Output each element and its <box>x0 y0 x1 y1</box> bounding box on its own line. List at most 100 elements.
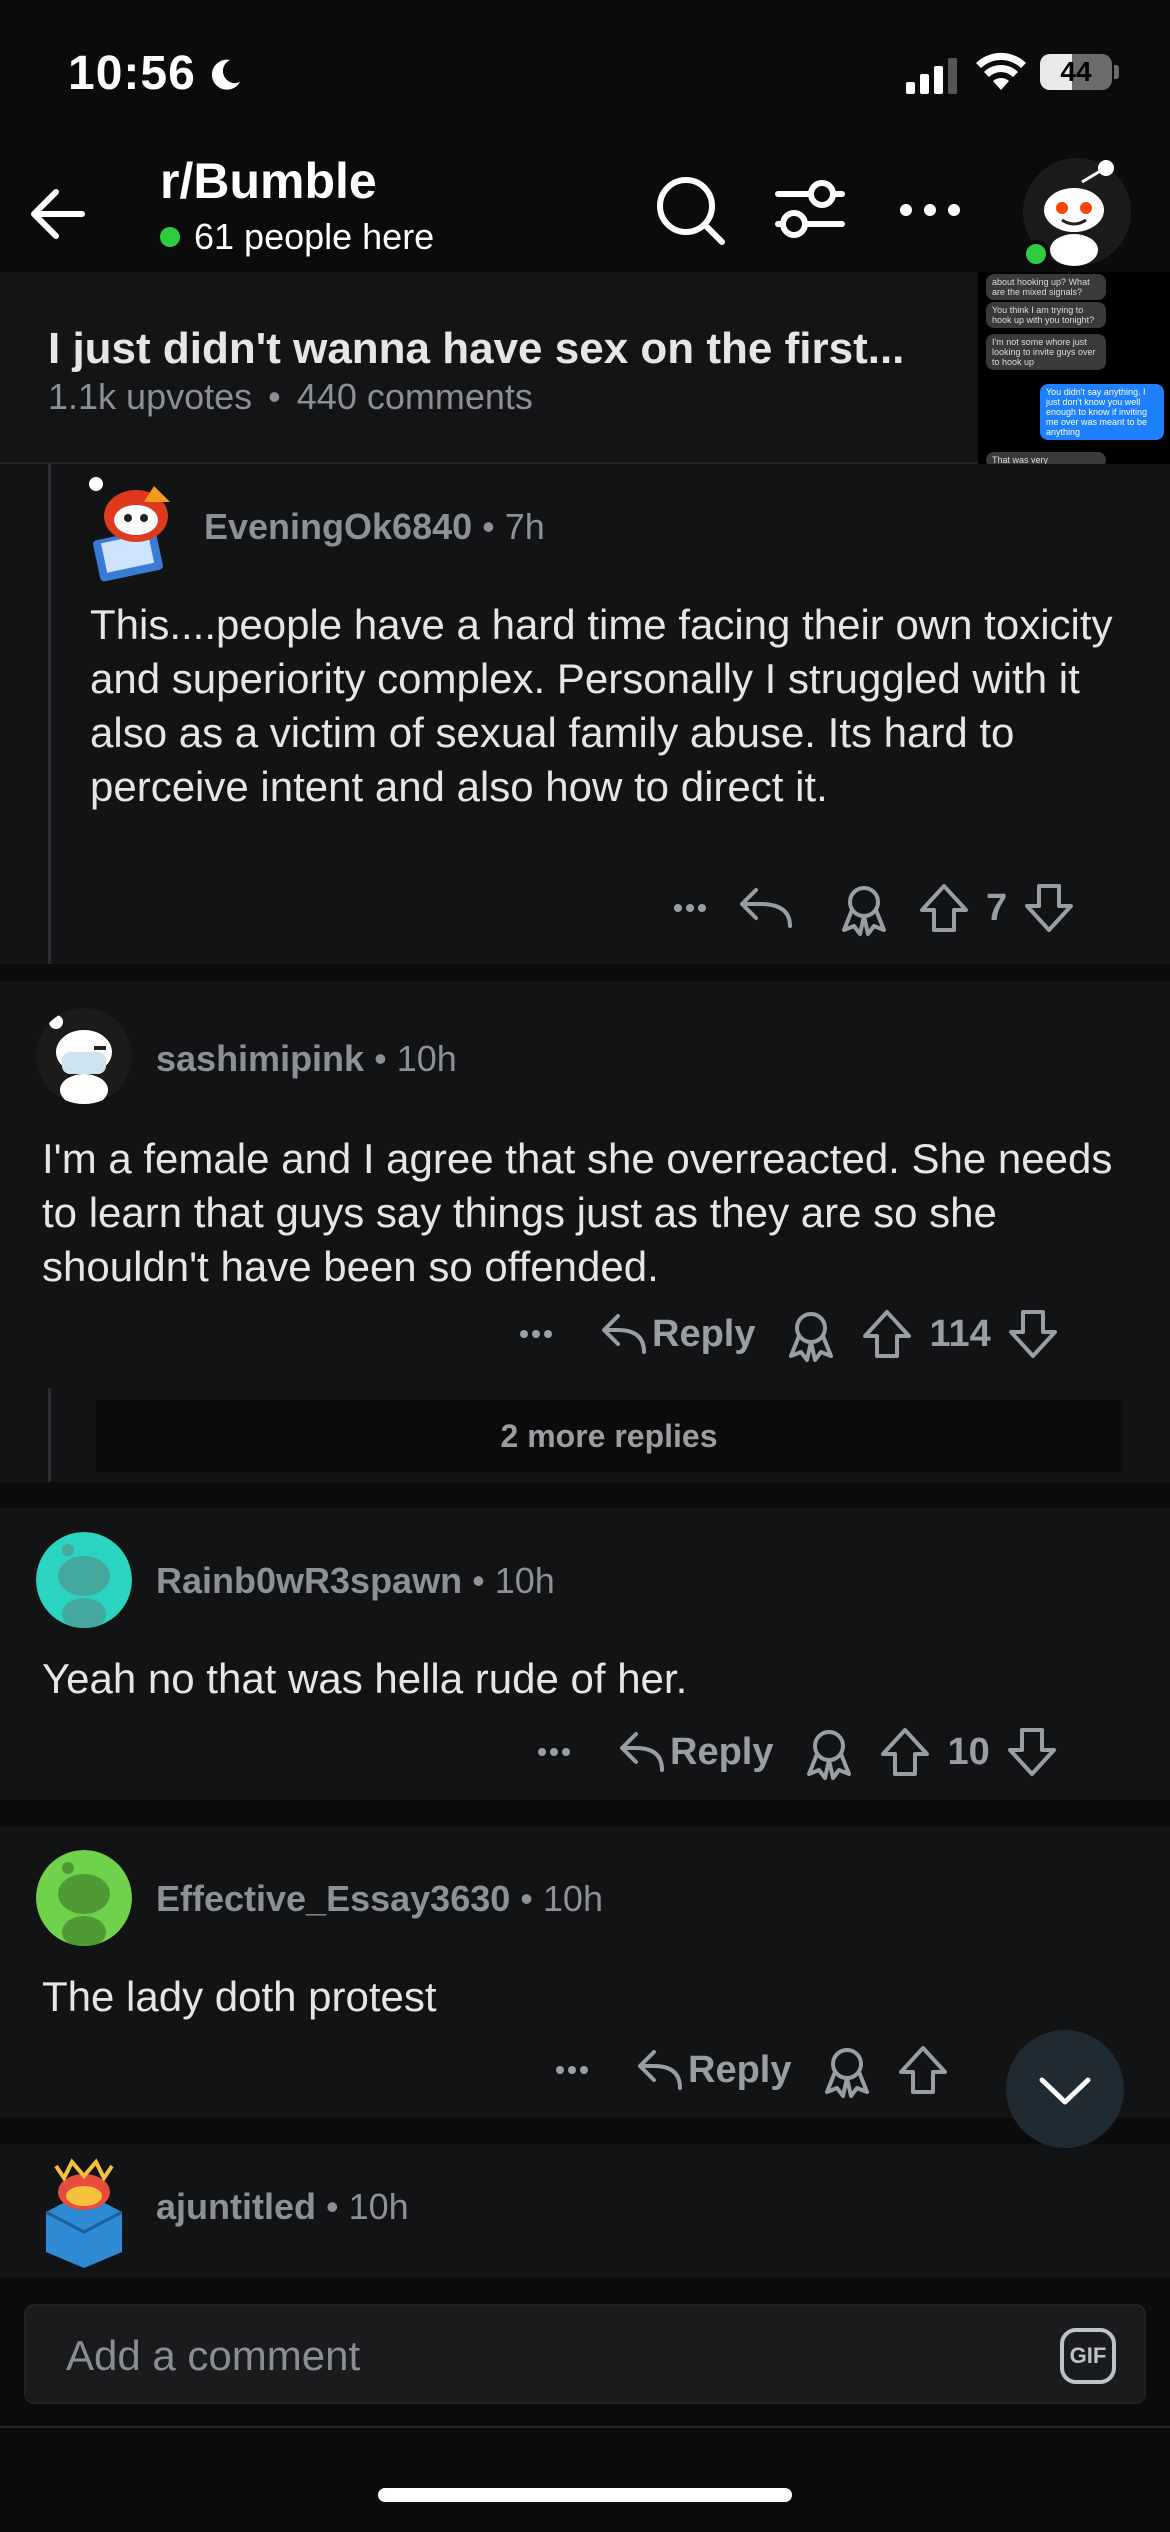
online-count-text: 61 people here <box>194 216 435 257</box>
thumb-message: about hooking up? What are the mixed sig… <box>986 274 1106 300</box>
comment: Rainb0wR3spawn • 10h Yeah no that was he… <box>0 1508 1170 1800</box>
home-indicator[interactable] <box>378 2488 792 2502</box>
more-options-icon[interactable] <box>524 1722 584 1782</box>
battery-cap <box>1114 65 1119 79</box>
chevron-down-icon <box>1039 2077 1091 2105</box>
comment-time: • 10h <box>472 1560 555 1601</box>
more-replies-button[interactable]: 2 more replies <box>96 1400 1122 1472</box>
filter-sliders-icon[interactable] <box>770 170 850 250</box>
downvote-icon[interactable] <box>1000 1722 1064 1782</box>
comment-body: This....people have a hard time facing t… <box>90 601 1113 810</box>
reply-button[interactable]: Reply <box>632 2040 791 2100</box>
award-icon[interactable] <box>773 1722 873 1782</box>
comment-body: Yeah no that was hella rude of her. <box>42 1655 688 1702</box>
thumb-message: That was very <box>986 452 1106 464</box>
comment-author[interactable]: Effective_Essay3630 • 10h <box>156 1878 603 1920</box>
user-avatar-icon[interactable] <box>36 1008 132 1104</box>
comment-time: • 10h <box>326 2186 409 2227</box>
upvote-icon[interactable] <box>891 2040 955 2100</box>
comment-actions: 7 <box>660 878 1081 938</box>
comment: ajuntitled • 10h <box>0 2144 1170 2278</box>
add-comment-input[interactable]: Add a comment GIF <box>24 2304 1146 2404</box>
vote-count: 10 <box>947 1730 990 1773</box>
more-options-icon[interactable] <box>506 1304 566 1364</box>
back-arrow-icon[interactable] <box>22 176 98 252</box>
post-comment-count: 440 comments <box>296 376 533 417</box>
thread-line <box>48 1388 51 1482</box>
comment: Effective_Essay3630 • 10h The lady doth … <box>0 1826 1170 2118</box>
comment-author[interactable]: Rainb0wR3spawn • 10h <box>156 1560 555 1602</box>
comment-actions: Reply <box>542 2040 955 2100</box>
comment-time: • 10h <box>374 1038 457 1079</box>
user-avatar-icon[interactable] <box>36 2152 132 2268</box>
user-avatar-icon[interactable] <box>36 1850 132 1946</box>
upvote-icon[interactable] <box>855 1304 919 1364</box>
divider <box>0 2426 1170 2428</box>
comment-username[interactable]: Effective_Essay3630 <box>156 1878 510 1919</box>
comment-body: The lady doth protest <box>42 1973 437 2020</box>
comment-body: I'm a female and I agree that she overre… <box>42 1135 1113 1290</box>
reply-label: Reply <box>670 1730 774 1773</box>
add-comment-placeholder: Add a comment <box>66 2332 361 2379</box>
online-count: 61 people here <box>160 216 434 258</box>
scroll-down-button[interactable] <box>1006 2030 1124 2148</box>
reply-label: Reply <box>688 2048 792 2091</box>
user-avatar-icon[interactable] <box>84 472 188 582</box>
post-upvotes: 1.1k upvotes <box>48 376 253 417</box>
thumb-message: You didn't say anything. I just don't kn… <box>1040 384 1164 440</box>
post-thumbnail[interactable]: about hooking up? What are the mixed sig… <box>978 272 1170 464</box>
subreddit-name[interactable]: r/Bumble <box>160 152 377 210</box>
more-options-icon[interactable] <box>890 170 970 250</box>
search-icon[interactable] <box>650 170 730 250</box>
meta-separator: • <box>268 376 281 417</box>
award-icon[interactable] <box>791 2040 891 2100</box>
battery-percent: 44 <box>1060 56 1092 87</box>
gif-button[interactable]: GIF <box>1060 2328 1116 2384</box>
reply-button[interactable]: Reply <box>614 1722 773 1782</box>
comment-author[interactable]: sashimipink • 10h <box>156 1038 457 1080</box>
user-avatar-icon[interactable] <box>36 1532 132 1628</box>
reply-arrow-icon <box>602 1314 646 1354</box>
post-title[interactable]: I just didn't wanna have sex on the firs… <box>48 324 904 374</box>
status-bar: 10:56 44 <box>0 0 1170 140</box>
more-options-icon[interactable] <box>542 2040 602 2100</box>
award-icon[interactable] <box>816 878 912 938</box>
battery-indicator: 44 <box>1040 54 1112 90</box>
more-options-icon[interactable] <box>660 878 720 938</box>
comment-username[interactable]: sashimipink <box>156 1038 364 1079</box>
thread-line <box>48 464 51 964</box>
award-icon[interactable] <box>755 1304 855 1364</box>
post-summary-banner[interactable]: I just didn't wanna have sex on the firs… <box>0 272 1170 464</box>
comment-actions: Reply 10 <box>524 1722 1064 1782</box>
subreddit-header: r/Bumble 61 people here <box>0 140 1170 272</box>
comment-actions: Reply 114 <box>506 1304 1065 1364</box>
upvote-icon[interactable] <box>873 1722 937 1782</box>
wifi-icon <box>976 52 1026 90</box>
thumb-message: You think I am trying to hook up with yo… <box>986 302 1106 328</box>
reply-arrow-icon <box>620 1732 664 1772</box>
vote-count: 7 <box>986 886 1008 929</box>
reply-arrow-icon <box>638 2050 682 2090</box>
comment-time: • 7h <box>482 506 545 547</box>
comment-username[interactable]: EveningOk6840 <box>204 506 472 547</box>
post-meta: 1.1k upvotes • 440 comments <box>48 376 533 418</box>
online-dot <box>160 227 180 247</box>
downvote-icon[interactable] <box>1001 1304 1065 1364</box>
do-not-disturb-moon-icon <box>211 59 240 90</box>
user-avatar-snoo-icon[interactable] <box>1022 150 1132 270</box>
reply-arrow-icon[interactable] <box>720 878 816 938</box>
comment-time: • 10h <box>520 1878 603 1919</box>
comment-reply: EveningOk6840 • 7h This....people have a… <box>0 464 1170 964</box>
status-time: 10:56 <box>68 47 196 100</box>
reply-button[interactable]: Reply <box>596 1304 755 1364</box>
comment-username[interactable]: ajuntitled <box>156 2186 316 2227</box>
comment-username[interactable]: Rainb0wR3spawn <box>156 1560 462 1601</box>
reply-label: Reply <box>652 1312 756 1355</box>
downvote-icon[interactable] <box>1017 878 1081 938</box>
comment-author[interactable]: EveningOk6840 • 7h <box>204 506 545 548</box>
upvote-icon[interactable] <box>912 878 976 938</box>
comment-author[interactable]: ajuntitled • 10h <box>156 2186 409 2228</box>
thumb-message: I'm not some whore just looking to invit… <box>986 334 1106 370</box>
vote-count: 114 <box>929 1312 991 1355</box>
cellular-signal-icon <box>906 58 957 94</box>
